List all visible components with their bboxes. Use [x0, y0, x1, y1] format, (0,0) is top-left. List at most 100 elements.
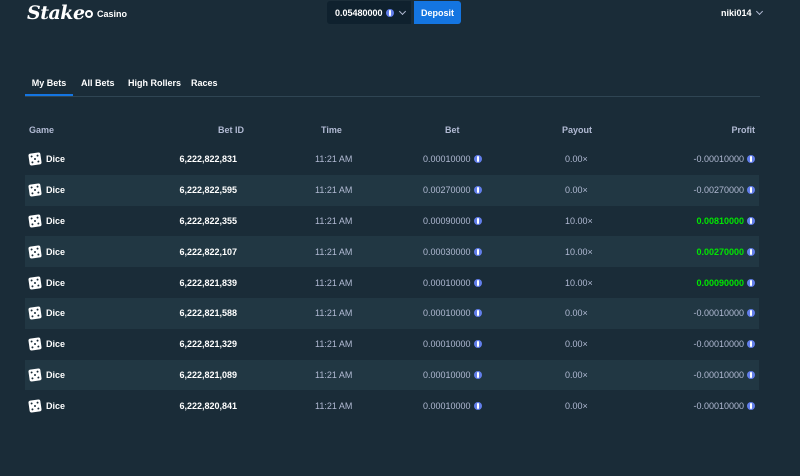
- bet-time: 11:21 AM: [315, 154, 353, 165]
- bet-id-link[interactable]: 6,222,822,107: [179, 236, 237, 267]
- eth-coin-icon: [747, 370, 755, 379]
- game-name: Dice: [46, 277, 66, 288]
- profit-cell: -0.00270000: [693, 175, 755, 206]
- payout-multiplier: 0.00×: [565, 400, 588, 411]
- profit-amount: 0.00270000: [696, 246, 744, 257]
- eth-coin-icon: [385, 8, 394, 17]
- profit-cell: 0.00270000: [696, 236, 755, 267]
- eth-coin-icon: [473, 309, 482, 318]
- tab-all-bets[interactable]: All Bets: [81, 73, 115, 96]
- game-cell[interactable]: Dice: [28, 267, 66, 298]
- bet-amount: 0.00030000: [423, 246, 471, 257]
- table-row[interactable]: Dice 6,222,821,089 11:21 AM 0.00010000 0.00×…: [25, 359, 759, 391]
- table-row[interactable]: Dice 6,222,821,588 11:21 AM 0.00010000 0.00×…: [25, 297, 759, 329]
- bet-id-link[interactable]: 6,222,822,831: [179, 144, 237, 175]
- game-cell[interactable]: Dice: [28, 175, 65, 206]
- profit-amount: -0.00010000: [693, 154, 744, 165]
- wallet-balance-dropdown[interactable]: 0.05480000: [327, 1, 411, 24]
- column-header-payout: Payout: [562, 125, 593, 135]
- profit-amount: 0.00810000: [696, 215, 744, 226]
- bet-time: 11:21 AM: [315, 369, 353, 380]
- bet-amount-cell: 0.00010000: [423, 390, 482, 421]
- profit-cell: -0.00010000: [693, 144, 755, 175]
- table-row[interactable]: Dice 6,222,822,355 11:21 AM 0.00090000 10.00…: [25, 206, 759, 237]
- game-name: Dice: [46, 400, 66, 411]
- eth-coin-icon: [747, 278, 755, 287]
- game-name: Dice: [46, 154, 66, 165]
- bet-time: 11:21 AM: [315, 339, 353, 350]
- profit-cell: -0.00010000: [693, 329, 755, 360]
- column-header-time: Time: [321, 125, 342, 135]
- bet-amount: 0.00010000: [423, 369, 471, 380]
- eth-coin-icon: [747, 186, 755, 195]
- table-row[interactable]: Dice 6,222,822,107 11:21 AM 0.00030000 10.00…: [25, 236, 759, 268]
- game-cell[interactable]: Dice: [28, 206, 65, 237]
- game-cell[interactable]: Dice: [28, 360, 66, 391]
- bet-amount-cell: 0.00270000: [423, 175, 482, 206]
- table-body: Dice 6,222,822,831 11:21 AM 0.00010000 0.00×…: [25, 144, 759, 421]
- payout-multiplier: 0.00×: [565, 308, 588, 319]
- bet-id-link[interactable]: 6,222,821,089: [179, 360, 237, 391]
- bet-amount-cell: 0.00030000: [423, 236, 482, 267]
- table-row[interactable]: Dice 6,222,821,839 11:21 AM 0.00010000 10.00…: [25, 267, 759, 298]
- bet-id-link[interactable]: 6,222,820,841: [179, 390, 237, 421]
- bet-id-link[interactable]: 6,222,822,595: [179, 175, 237, 206]
- profit-cell: -0.00010000: [693, 298, 755, 329]
- table-row[interactable]: Dice 6,222,822,831 11:21 AM 0.00010000 0.00×…: [25, 144, 759, 175]
- payout-multiplier: 0.00×: [565, 185, 588, 196]
- dice-icon: [28, 368, 42, 382]
- game-name: Dice: [46, 246, 66, 257]
- eth-coin-icon: [747, 401, 755, 410]
- table-row[interactable]: Dice 6,222,820,841 11:21 AM 0.00010000 0.00×…: [25, 390, 759, 421]
- tab-my-bets[interactable]: My Bets: [25, 73, 73, 96]
- game-cell[interactable]: Dice: [28, 298, 65, 329]
- stake-logo[interactable]: Stake: [27, 2, 85, 24]
- game-cell[interactable]: Dice: [28, 329, 66, 360]
- profit-amount: 0.00090000: [696, 277, 744, 288]
- bet-amount: 0.00010000: [423, 339, 471, 350]
- username: niki014: [721, 8, 752, 18]
- bet-id-link[interactable]: 6,222,821,839: [179, 267, 237, 298]
- payout-multiplier: 0.00×: [565, 154, 588, 165]
- bet-id-link[interactable]: 6,222,821,588: [179, 298, 237, 329]
- tab-races[interactable]: Races: [191, 73, 218, 96]
- payout-multiplier: 10.00×: [565, 277, 593, 288]
- bet-amount: 0.00010000: [423, 154, 471, 165]
- tab-high-rollers[interactable]: High Rollers: [128, 73, 181, 96]
- eth-coin-icon: [473, 278, 482, 287]
- bet-amount-cell: 0.00010000: [423, 144, 482, 175]
- bet-id-link[interactable]: 6,222,822,355: [179, 206, 237, 237]
- profit-amount: -0.00010000: [693, 369, 744, 380]
- profit-amount: -0.00270000: [693, 185, 744, 196]
- casino-nav-link[interactable]: Casino: [85, 8, 127, 20]
- eth-coin-icon: [747, 309, 755, 318]
- bet-amount: 0.00010000: [423, 277, 471, 288]
- top-bar: Stake Casino 0.05480000 Deposit niki014: [0, 0, 800, 26]
- bet-id-link[interactable]: 6,222,821,329: [179, 329, 237, 360]
- game-name: Dice: [46, 369, 66, 380]
- profit-amount: -0.00010000: [693, 400, 744, 411]
- bets-tabs: My Bets All Bets High Rollers Races: [25, 73, 760, 97]
- dice-icon: [28, 398, 42, 413]
- dice-icon: [28, 152, 42, 167]
- user-menu[interactable]: niki014: [721, 7, 763, 18]
- bet-amount-cell: 0.00010000: [423, 329, 482, 360]
- bets-table: Game Bet ID Time Bet Payout Profit Dice 6…: [25, 116, 759, 421]
- deposit-button[interactable]: Deposit: [414, 1, 461, 24]
- dice-icon: [28, 337, 42, 351]
- table-row[interactable]: Dice 6,222,821,329 11:21 AM 0.00010000 0.00×…: [25, 329, 759, 360]
- profit-amount: -0.00010000: [693, 339, 744, 350]
- table-row[interactable]: Dice 6,222,822,595 11:21 AM 0.00270000 0.00×…: [25, 174, 759, 206]
- game-cell[interactable]: Dice: [28, 144, 66, 175]
- eth-coin-icon: [473, 401, 482, 410]
- game-cell[interactable]: Dice: [28, 236, 66, 267]
- game-name: Dice: [46, 339, 66, 350]
- table-header: Game Bet ID Time Bet Payout Profit: [25, 116, 759, 144]
- payout-multiplier: 10.00×: [565, 246, 593, 257]
- bet-time: 11:21 AM: [315, 308, 353, 319]
- game-cell[interactable]: Dice: [28, 390, 66, 421]
- bet-time: 11:21 AM: [315, 215, 353, 226]
- profit-cell: -0.00010000: [693, 360, 755, 391]
- profit-cell: 0.00810000: [696, 206, 755, 237]
- profit-cell: 0.00090000: [696, 267, 755, 298]
